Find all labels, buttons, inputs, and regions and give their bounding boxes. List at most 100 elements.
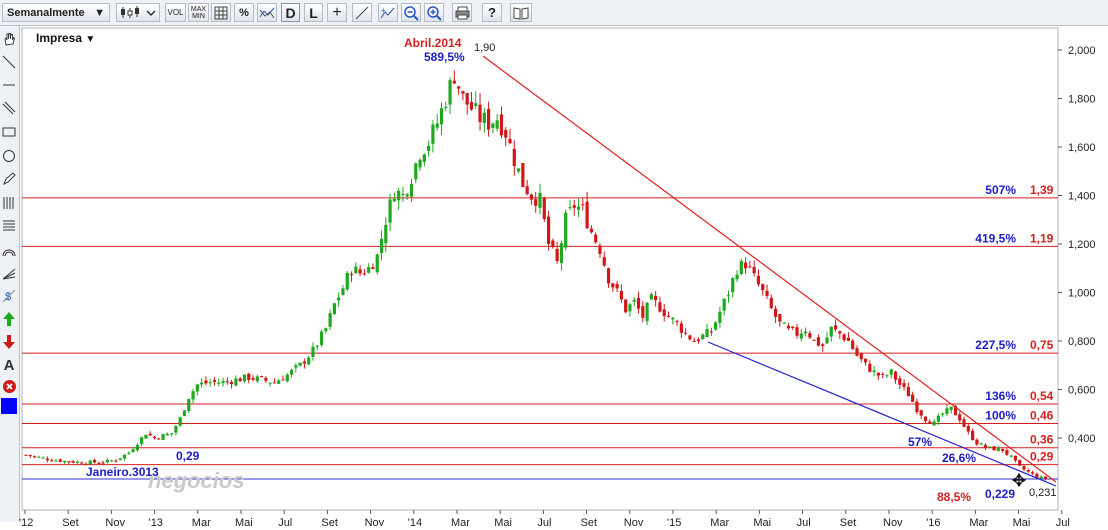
candle-body xyxy=(152,436,157,439)
candle-body xyxy=(28,454,32,457)
symbol-selector[interactable]: Impresa ▼ xyxy=(36,31,95,45)
candle-body xyxy=(170,433,174,435)
candle-body xyxy=(859,353,863,360)
y-tick-label: 0,400 xyxy=(1068,433,1096,445)
percent-button[interactable]: % xyxy=(234,3,254,22)
crosshair-button[interactable]: + xyxy=(327,3,347,22)
candle-body xyxy=(161,434,165,440)
y-tick-label: 0,800 xyxy=(1068,336,1096,348)
candle-body xyxy=(611,283,615,288)
candle-body xyxy=(675,321,679,323)
circle-tool[interactable] xyxy=(1,146,17,166)
candle-body xyxy=(311,346,315,357)
candlestick-icon xyxy=(121,6,156,18)
chart-type-button[interactable] xyxy=(116,3,160,22)
candle-body xyxy=(726,295,731,297)
candle-body xyxy=(88,460,92,465)
dollar-tool[interactable]: $ xyxy=(1,286,17,306)
daily-button[interactable]: D xyxy=(281,3,300,22)
candle-body xyxy=(414,163,418,180)
level-pct-label: 419,5% xyxy=(975,231,1016,245)
move-cursor-icon xyxy=(1011,472,1027,488)
candle-body xyxy=(358,269,362,274)
candle-body xyxy=(122,454,127,459)
candle-body xyxy=(576,206,581,210)
candle-body xyxy=(735,274,739,280)
candle-body xyxy=(114,460,118,462)
zoom-out-button[interactable] xyxy=(401,3,421,22)
x-tick-label: Mai xyxy=(235,517,253,529)
up-arrow-tool[interactable] xyxy=(1,309,17,329)
grid-lines-tool[interactable] xyxy=(1,216,17,236)
print-button[interactable] xyxy=(452,3,472,22)
y-tick-label: 2,000 xyxy=(1068,45,1096,57)
zoom-in-icon xyxy=(427,5,442,21)
level-pct-label: 136% xyxy=(985,389,1016,403)
y-tick-label: 1,800 xyxy=(1068,94,1096,106)
fan-icon xyxy=(2,268,16,280)
x-tick-label: Set xyxy=(321,517,338,529)
x-tick-label: Mai xyxy=(494,517,512,529)
chevron-down-icon: ▼ xyxy=(94,6,105,19)
x-tick-label: Jul xyxy=(278,517,292,529)
grid-button[interactable] xyxy=(211,3,231,22)
text-tool[interactable]: A xyxy=(1,355,17,375)
max-min-button[interactable]: MAX MIN xyxy=(188,3,209,22)
drawing-tools-sidebar: $ A xyxy=(0,26,20,522)
rectangle-tool[interactable] xyxy=(1,122,17,142)
candle-body xyxy=(958,414,962,421)
candle-body xyxy=(97,463,101,465)
candle-body xyxy=(962,419,966,427)
candle-body xyxy=(259,376,264,378)
candle-body xyxy=(165,433,169,436)
fibonacci-tool[interactable] xyxy=(1,193,17,213)
candle-body xyxy=(1030,472,1035,474)
fan-tool[interactable] xyxy=(1,263,17,283)
hand-tool[interactable] xyxy=(1,29,17,49)
level-value-label: 0,54 xyxy=(1030,389,1054,403)
delete-drawings-tool[interactable] xyxy=(1,376,17,396)
line-tool[interactable] xyxy=(1,52,17,72)
candle-body xyxy=(474,103,478,106)
candle-body xyxy=(71,461,75,463)
trend-pct-57-label: 57% xyxy=(908,435,932,449)
candle-body xyxy=(191,391,195,400)
candle-body xyxy=(315,345,319,347)
rectangle-icon xyxy=(2,127,16,137)
candle-body xyxy=(375,254,379,273)
candle-body xyxy=(602,257,606,266)
candle-body xyxy=(58,459,62,462)
manual-button[interactable] xyxy=(510,3,532,22)
pencil-tool[interactable] xyxy=(1,169,17,189)
period-select[interactable]: Semanalmente ▼ xyxy=(2,3,110,22)
grid-lines-icon xyxy=(3,220,15,231)
candle-body xyxy=(812,339,816,341)
down-arrow-tool[interactable] xyxy=(1,332,17,352)
hand-icon xyxy=(4,33,16,46)
zoom-fit-button[interactable]: + xyxy=(378,3,398,22)
horizontal-line-tool[interactable] xyxy=(1,75,17,95)
y-tick-label: 1,200 xyxy=(1068,239,1096,251)
color-swatch-icon[interactable] xyxy=(1,398,17,414)
candle-body xyxy=(354,266,358,274)
candle-body xyxy=(401,193,405,195)
print-icon xyxy=(455,6,469,19)
candle-body xyxy=(431,124,435,144)
candle-body xyxy=(564,212,568,248)
candle-body xyxy=(221,381,225,384)
zoom-in-button[interactable] xyxy=(424,3,444,22)
parallel-lines-tool[interactable] xyxy=(1,98,17,118)
log-button[interactable]: L xyxy=(304,3,323,22)
compare-button[interactable] xyxy=(257,3,277,22)
candle-body xyxy=(688,335,692,340)
candle-body xyxy=(144,434,148,439)
x-tick-label: Set xyxy=(62,517,79,529)
x-tick-label: Nov xyxy=(105,517,125,529)
help-button[interactable]: ? xyxy=(482,3,502,22)
x-tick-label: Set xyxy=(581,517,598,529)
arc-icon xyxy=(2,249,16,257)
candle-body xyxy=(482,112,486,124)
trendline-tool-button[interactable] xyxy=(352,3,372,22)
vol-button[interactable]: VOL xyxy=(165,3,186,22)
arc-tool[interactable] xyxy=(1,240,17,260)
